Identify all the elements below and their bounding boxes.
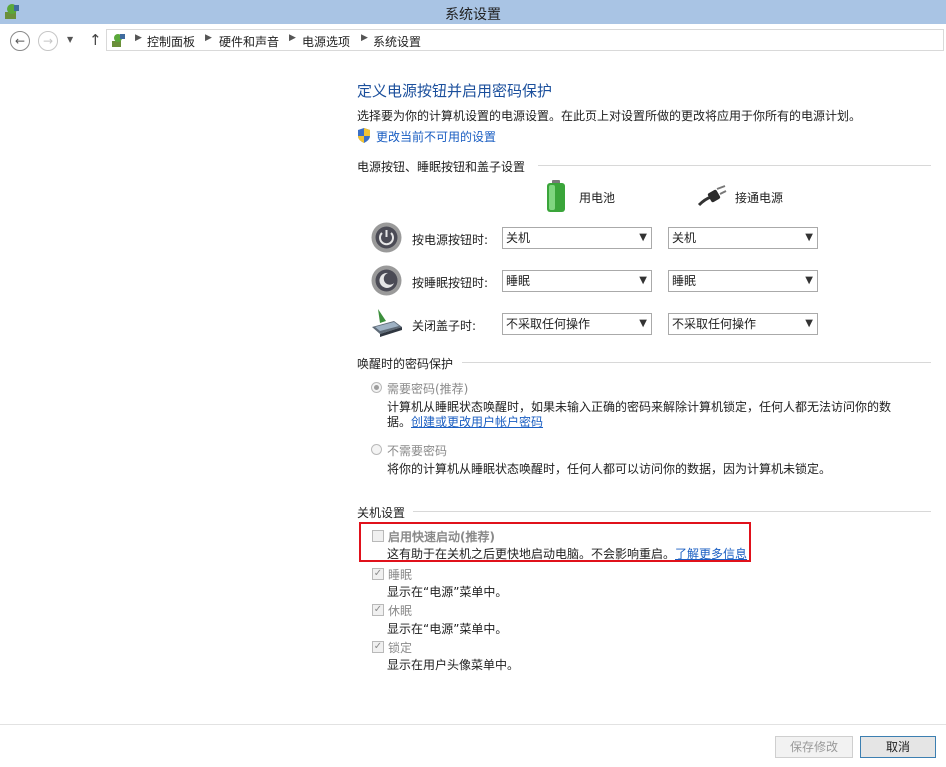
chevron-down-icon: ▼	[639, 232, 647, 243]
require-password-description-end: 据。	[387, 415, 412, 429]
chevron-down-icon: ▼	[639, 318, 647, 329]
change-settings-link[interactable]: 更改当前不可用的设置	[376, 128, 496, 145]
breadcrumb-separator-icon: ▶	[205, 33, 212, 43]
select-value: 睡眠	[506, 274, 531, 288]
require-password-radio[interactable]	[371, 382, 382, 393]
save-button[interactable]: 保存修改	[775, 736, 853, 758]
fast-startup-checkbox[interactable]	[372, 530, 384, 542]
select-value: 关机	[672, 231, 697, 245]
forward-arrow-icon[interactable]: →	[38, 31, 58, 51]
fast-startup-description: 这有助于在关机之后更快地启动电脑。不会影响重启。	[387, 547, 676, 561]
sleep-checkbox[interactable]: ✓	[372, 568, 384, 580]
footer-divider	[0, 724, 946, 725]
plugged-column-label: 接通电源	[735, 191, 784, 205]
title-bar: 系统设置	[0, 0, 946, 24]
chevron-down-icon: ▼	[639, 275, 647, 286]
battery-icon	[547, 180, 565, 212]
section-divider	[538, 165, 931, 166]
breadcrumb-separator-icon: ▶	[289, 33, 296, 43]
no-password-radio[interactable]	[371, 444, 382, 455]
chevron-down-icon[interactable]: ▼	[67, 35, 73, 44]
breadcrumb-item[interactable]: 电源选项	[302, 33, 350, 50]
sleep-button-icon	[371, 265, 402, 296]
cancel-button[interactable]: 取消	[860, 736, 936, 758]
power-button-battery-select[interactable]: 关机 ▼	[502, 227, 652, 249]
page-title: 定义电源按钮并启用密码保护	[357, 82, 553, 100]
section-title: 电源按钮、睡眠按钮和盖子设置	[357, 160, 526, 174]
power-button-label: 按电源按钮时:	[412, 233, 489, 247]
section-divider	[413, 511, 931, 512]
lock-option-description: 显示在用户头像菜单中。	[387, 658, 520, 672]
lock-checkbox[interactable]: ✓	[372, 641, 384, 653]
hibernate-checkbox[interactable]: ✓	[372, 604, 384, 616]
select-value: 不采取任何操作	[672, 317, 757, 331]
lock-option-label: 锁定	[388, 641, 413, 655]
chevron-down-icon: ▼	[805, 232, 813, 243]
breadcrumb-item[interactable]: 硬件和声音	[219, 33, 279, 50]
learn-more-link[interactable]: 了解更多信息	[675, 545, 747, 562]
breadcrumb-separator-icon: ▶	[135, 33, 142, 43]
battery-column-label: 用电池	[579, 191, 616, 205]
section-title: 关机设置	[357, 506, 406, 520]
power-button-icon	[371, 222, 402, 253]
up-arrow-icon[interactable]: ↑	[89, 31, 102, 49]
section-divider	[462, 362, 931, 363]
back-arrow-icon[interactable]: ←	[10, 31, 30, 51]
require-password-label: 需要密码(推荐)	[387, 382, 469, 396]
breadcrumb-item[interactable]: 控制面板	[147, 33, 195, 50]
power-plug-icon	[697, 185, 727, 207]
power-button-plugged-select[interactable]: 关机 ▼	[668, 227, 818, 249]
select-value: 不采取任何操作	[506, 317, 591, 331]
hibernate-option-label: 休眠	[388, 604, 413, 618]
no-password-description: 将你的计算机从睡眠状态唤醒时，任何人都可以访问你的数据，因为计算机未锁定。	[387, 462, 832, 476]
sleep-option-description: 显示在“电源”菜单中。	[387, 585, 508, 599]
lid-close-label: 关闭盖子时:	[412, 319, 477, 333]
sleep-button-plugged-select[interactable]: 睡眠 ▼	[668, 270, 818, 292]
lid-close-battery-select[interactable]: 不采取任何操作 ▼	[502, 313, 652, 335]
sleep-button-label: 按睡眠按钮时:	[412, 276, 489, 290]
fast-startup-label: 启用快速启动(推荐)	[388, 530, 495, 544]
chevron-down-icon: ▼	[805, 275, 813, 286]
control-panel-icon	[112, 34, 125, 47]
window-title: 系统设置	[445, 7, 501, 23]
page-description: 选择要为你的计算机设置的电源设置。在此页上对设置所做的更改将应用于你所有的电源计…	[357, 109, 862, 123]
create-password-link[interactable]: 创建或更改用户帐户密码	[411, 413, 543, 430]
sleep-option-label: 睡眠	[388, 568, 413, 582]
breadcrumb-item[interactable]: 系统设置	[373, 33, 421, 50]
select-value: 睡眠	[672, 274, 697, 288]
uac-shield-icon	[358, 128, 370, 143]
laptop-lid-icon	[372, 309, 402, 337]
hibernate-option-description: 显示在“电源”菜单中。	[387, 622, 508, 636]
no-password-label: 不需要密码	[387, 444, 448, 458]
sleep-button-battery-select[interactable]: 睡眠 ▼	[502, 270, 652, 292]
breadcrumb-separator-icon: ▶	[361, 33, 368, 43]
lid-close-plugged-select[interactable]: 不采取任何操作 ▼	[668, 313, 818, 335]
select-value: 关机	[506, 231, 531, 245]
chevron-down-icon: ▼	[805, 318, 813, 329]
section-title: 唤醒时的密码保护	[357, 357, 454, 371]
